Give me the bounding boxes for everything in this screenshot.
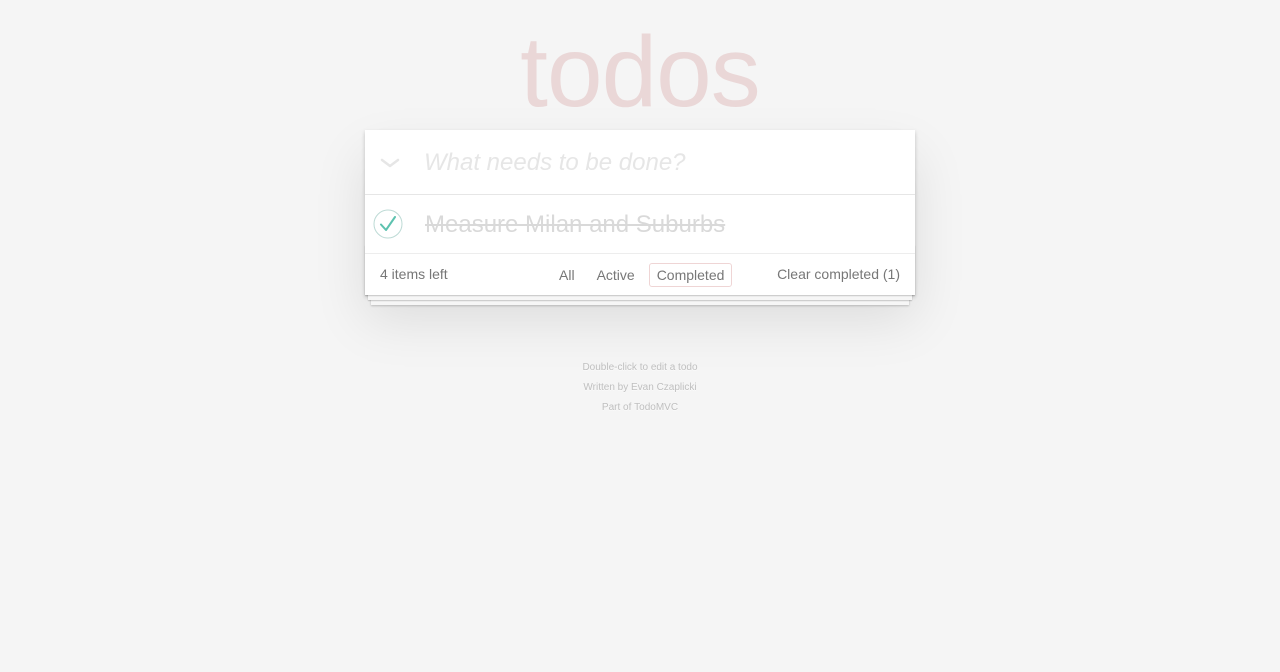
clear-completed-button[interactable]: Clear completed (1) bbox=[777, 254, 900, 295]
written-by-prefix: Written by bbox=[583, 382, 631, 393]
filter-item: Completed bbox=[646, 262, 736, 287]
filter-active-link[interactable]: Active bbox=[589, 263, 643, 287]
todo-footer: 4 items left All Active Completed Clear … bbox=[365, 254, 915, 295]
todomvc-link[interactable]: TodoMVC bbox=[634, 402, 678, 413]
filter-all-link[interactable]: All bbox=[551, 263, 583, 287]
todo-header bbox=[365, 130, 915, 195]
written-by-line: Written by Evan Czaplicki bbox=[0, 378, 1280, 398]
filters: All Active Completed bbox=[548, 254, 735, 295]
edit-hint: Double-click to edit a todo bbox=[582, 362, 698, 373]
todo-list: Measure Milan and Suburbs bbox=[365, 195, 915, 254]
app-title: todos bbox=[520, 16, 761, 128]
todo-app: Measure Milan and Suburbs 4 items left A… bbox=[365, 130, 915, 295]
todo-item[interactable]: Measure Milan and Suburbs bbox=[365, 195, 915, 254]
part-of-prefix: Part of bbox=[601, 402, 635, 413]
info-footer: Double-click to edit a todo Written by E… bbox=[0, 358, 1280, 418]
filter-item: All bbox=[548, 263, 586, 287]
author-link[interactable]: Evan Czaplicki bbox=[631, 382, 697, 393]
checkmark-icon[interactable] bbox=[373, 209, 403, 239]
new-todo-input[interactable] bbox=[424, 130, 904, 195]
todo-label[interactable]: Measure Milan and Suburbs bbox=[425, 195, 725, 254]
filter-completed-link[interactable]: Completed bbox=[648, 262, 733, 287]
filter-item: Active bbox=[586, 263, 646, 287]
part-of-line: Part of TodoMVC bbox=[0, 398, 1280, 418]
chevron-down-icon[interactable] bbox=[365, 130, 415, 195]
items-left-count: 4 items left bbox=[380, 266, 448, 282]
page: todos Measure Milan and Suburbs bbox=[0, 0, 1280, 672]
